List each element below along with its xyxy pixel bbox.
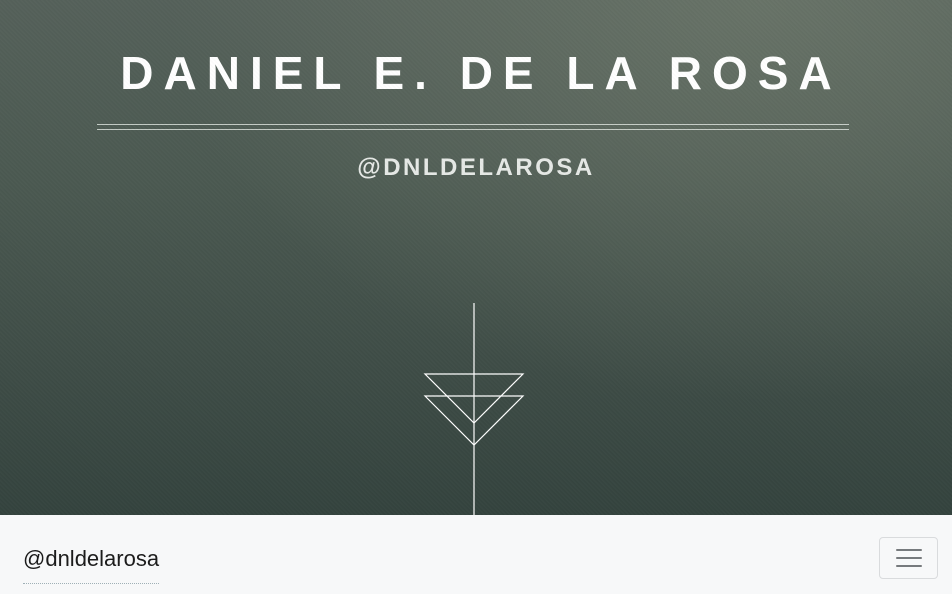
hero-header: DANIEL E. DE LA ROSA @DNLDELAROSA bbox=[0, 0, 952, 515]
navbar-brand-link[interactable]: @dnldelarosa bbox=[23, 545, 160, 584]
site-handle: @DNLDELAROSA bbox=[357, 154, 595, 181]
site-title: DANIEL E. DE LA ROSA bbox=[120, 47, 842, 99]
title-divider-top bbox=[97, 124, 849, 125]
arrow-triangle-emblem-icon bbox=[423, 303, 525, 515]
menu-toggle-button[interactable] bbox=[879, 537, 938, 579]
title-divider-bottom bbox=[97, 129, 849, 130]
